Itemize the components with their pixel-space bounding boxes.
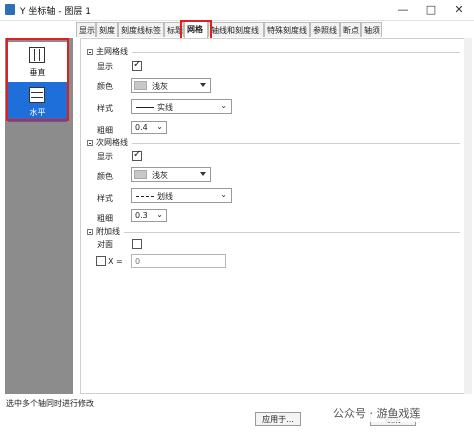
x-value-input[interactable]: 0 xyxy=(131,254,226,268)
major-width-label: 粗细 xyxy=(97,126,113,135)
major-style-label: 样式 xyxy=(97,104,113,113)
vertical-scrollbar[interactable] xyxy=(464,38,472,394)
major-color-select[interactable]: 浅灰 xyxy=(131,78,211,93)
minor-style-label: 样式 xyxy=(97,194,113,203)
title-bar: Y 坐标轴 - 图层 1 — □ ✕ xyxy=(0,0,474,21)
chevron-down-icon: ⌄ xyxy=(220,101,227,110)
divider xyxy=(132,52,460,53)
chevron-down-icon: ⌄ xyxy=(156,122,163,131)
divider xyxy=(124,232,460,233)
major-color-value: 浅灰 xyxy=(152,82,168,91)
maximize-button[interactable]: □ xyxy=(418,2,444,18)
x-equals-label: X = xyxy=(108,257,123,266)
apply-to-button[interactable]: 应用于... xyxy=(255,412,301,426)
major-width-value: 0.4 xyxy=(135,123,148,132)
major-style-value: 实线 xyxy=(157,103,173,112)
collapse-minor-grid-icon[interactable] xyxy=(87,140,93,146)
tab-line-and-ticks[interactable]: 轴线和刻度线 xyxy=(208,22,264,37)
chevron-down-icon: ⌄ xyxy=(156,210,163,219)
watermark: 公众号 · 游鱼戏莲 xyxy=(330,404,424,422)
minor-width-select[interactable]: 0.3 ⌄ xyxy=(131,209,167,222)
opposite-checkbox[interactable] xyxy=(132,239,142,249)
tab-breaks[interactable]: 断点 xyxy=(340,22,361,37)
tab-tick-labels[interactable]: 刻度线标签 xyxy=(118,22,164,37)
major-show-checkbox[interactable]: ✓ xyxy=(132,59,142,71)
dash-line-preview-icon xyxy=(136,196,154,197)
divider xyxy=(132,143,460,144)
chevron-down-icon: ⌄ xyxy=(220,190,227,199)
major-style-select[interactable]: 实线 ⌄ xyxy=(131,99,232,114)
major-width-select[interactable]: 0.4 ⌄ xyxy=(131,121,167,134)
major-grid-title: 主网格线 xyxy=(96,47,128,56)
minor-style-value: 划线 xyxy=(157,192,173,201)
status-text: 选中多个轴同时进行修改 xyxy=(6,399,94,408)
tab-special-ticks[interactable]: 特殊刻度线 xyxy=(264,22,310,37)
minimize-button[interactable]: — xyxy=(390,2,416,18)
tab-rug[interactable]: 轴须 xyxy=(361,22,382,37)
tab-display[interactable]: 显示 xyxy=(76,22,96,37)
minor-width-label: 粗细 xyxy=(97,214,113,223)
app-icon xyxy=(5,4,15,15)
major-color-label: 颜色 xyxy=(97,82,113,91)
color-swatch xyxy=(134,81,147,90)
minor-show-label: 显示 xyxy=(97,152,113,161)
dropdown-arrow-icon xyxy=(200,172,206,176)
minor-color-label: 颜色 xyxy=(97,172,113,181)
close-button[interactable]: ✕ xyxy=(446,2,472,18)
sidebar-highlight xyxy=(6,38,69,121)
check-icon: ✓ xyxy=(133,59,142,70)
minor-color-select[interactable]: 浅灰 xyxy=(131,167,211,182)
color-swatch xyxy=(134,170,147,179)
solid-line-preview-icon xyxy=(136,107,154,108)
minor-width-value: 0.3 xyxy=(135,211,148,220)
minor-grid-title: 次网格线 xyxy=(96,138,128,147)
additional-title: 附加线 xyxy=(96,227,120,236)
check-icon: ✓ xyxy=(133,149,142,160)
minor-color-value: 浅灰 xyxy=(152,171,168,180)
tab-reference-lines[interactable]: 参照线 xyxy=(310,22,340,37)
minor-style-select[interactable]: 划线 ⌄ xyxy=(131,188,232,203)
x-value: 0 xyxy=(135,257,141,266)
x-line-checkbox[interactable] xyxy=(96,256,106,266)
collapse-major-grid-icon[interactable] xyxy=(87,49,93,55)
minor-show-checkbox[interactable]: ✓ xyxy=(132,149,142,161)
window-title: Y 坐标轴 - 图层 1 xyxy=(20,7,91,17)
major-show-label: 显示 xyxy=(97,62,113,71)
dropdown-arrow-icon xyxy=(200,83,206,87)
tab-scale[interactable]: 刻度 xyxy=(96,22,118,37)
collapse-additional-icon[interactable] xyxy=(87,229,93,235)
opposite-label: 对面 xyxy=(97,240,113,249)
